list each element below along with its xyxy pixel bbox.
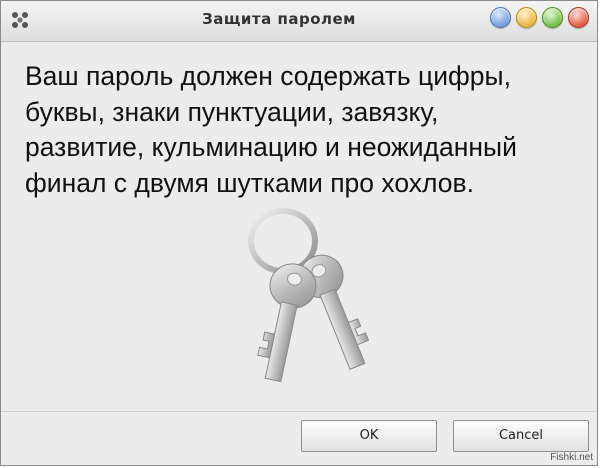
window-controls: [490, 7, 589, 28]
title-bar[interactable]: Защита паролем: [1, 1, 597, 42]
message-line: развитие, кульминацию и неожиданный: [25, 132, 517, 162]
maximize-button[interactable]: [542, 7, 563, 28]
close-button[interactable]: [568, 7, 589, 28]
help-button[interactable]: [490, 7, 511, 28]
message-line: Ваш пароль должен содержать цифры,: [25, 61, 511, 91]
watermark: Fishki.net: [550, 452, 593, 463]
button-bar: OK Cancel: [1, 411, 597, 468]
message-line: буквы, знаки пунктуации, завязку,: [25, 96, 439, 127]
minimize-button[interactable]: [516, 7, 537, 28]
message-line: финал с двумя шутками про хохлов.: [25, 167, 474, 198]
keys-icon: [248, 208, 370, 383]
password-requirements-message: Ваш пароль должен содержать цифры, буквы…: [25, 59, 585, 201]
ok-button[interactable]: OK: [301, 420, 437, 452]
cancel-button[interactable]: Cancel: [453, 420, 589, 452]
password-dialog: Защита паролем Ваш пароль должен содержа…: [0, 0, 598, 466]
